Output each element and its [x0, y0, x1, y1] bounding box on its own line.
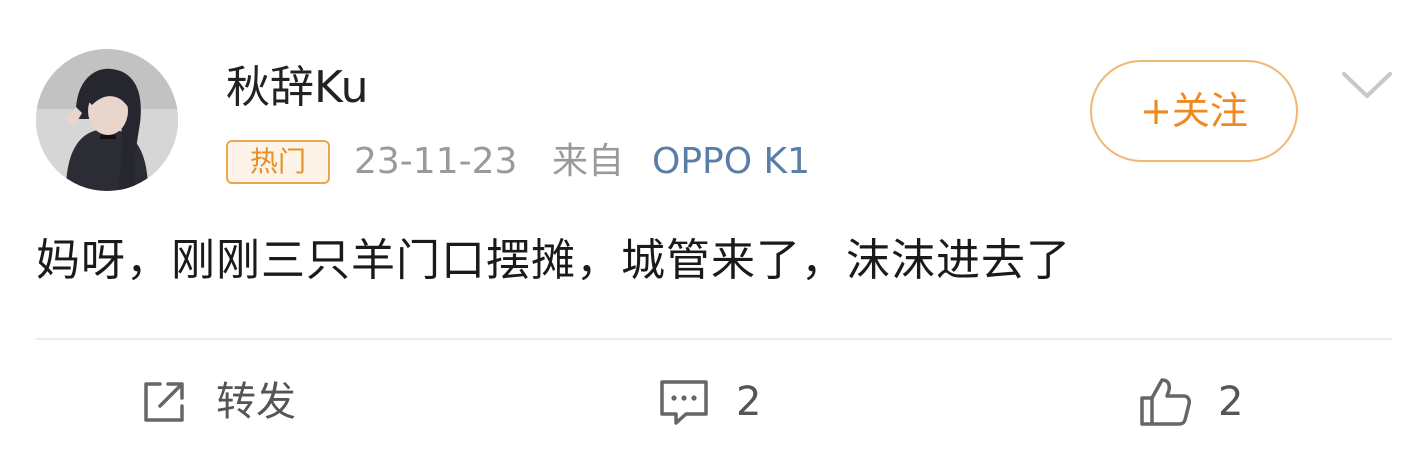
comment-button[interactable]: 2 — [656, 372, 761, 432]
author-name[interactable]: 秋辞Ku — [226, 58, 369, 118]
source-device-link[interactable]: OPPO K1 — [652, 138, 810, 186]
source-prefix: 来自 — [552, 141, 625, 182]
like-button[interactable]: 2 — [1136, 372, 1243, 432]
avatar[interactable] — [36, 49, 178, 191]
avatar-photo — [36, 49, 178, 191]
comment-count: 2 — [736, 379, 762, 425]
like-count: 2 — [1218, 379, 1244, 425]
hot-badge: 热门 — [226, 140, 330, 184]
post-date: 23-11-23 — [354, 141, 518, 182]
like-icon — [1140, 378, 1191, 426]
chevron-down-icon[interactable] — [1340, 68, 1394, 104]
divider — [36, 338, 1392, 340]
repost-label: 转发 — [216, 379, 296, 425]
repost-icon — [144, 382, 184, 422]
comment-icon — [660, 380, 708, 425]
repost-button[interactable]: 转发 — [138, 372, 296, 432]
follow-button[interactable]: +关注 — [1090, 60, 1298, 162]
post-content: 妈呀，刚刚三只羊门口摆摊，城管来了，沫沫进去了 — [36, 235, 1071, 286]
